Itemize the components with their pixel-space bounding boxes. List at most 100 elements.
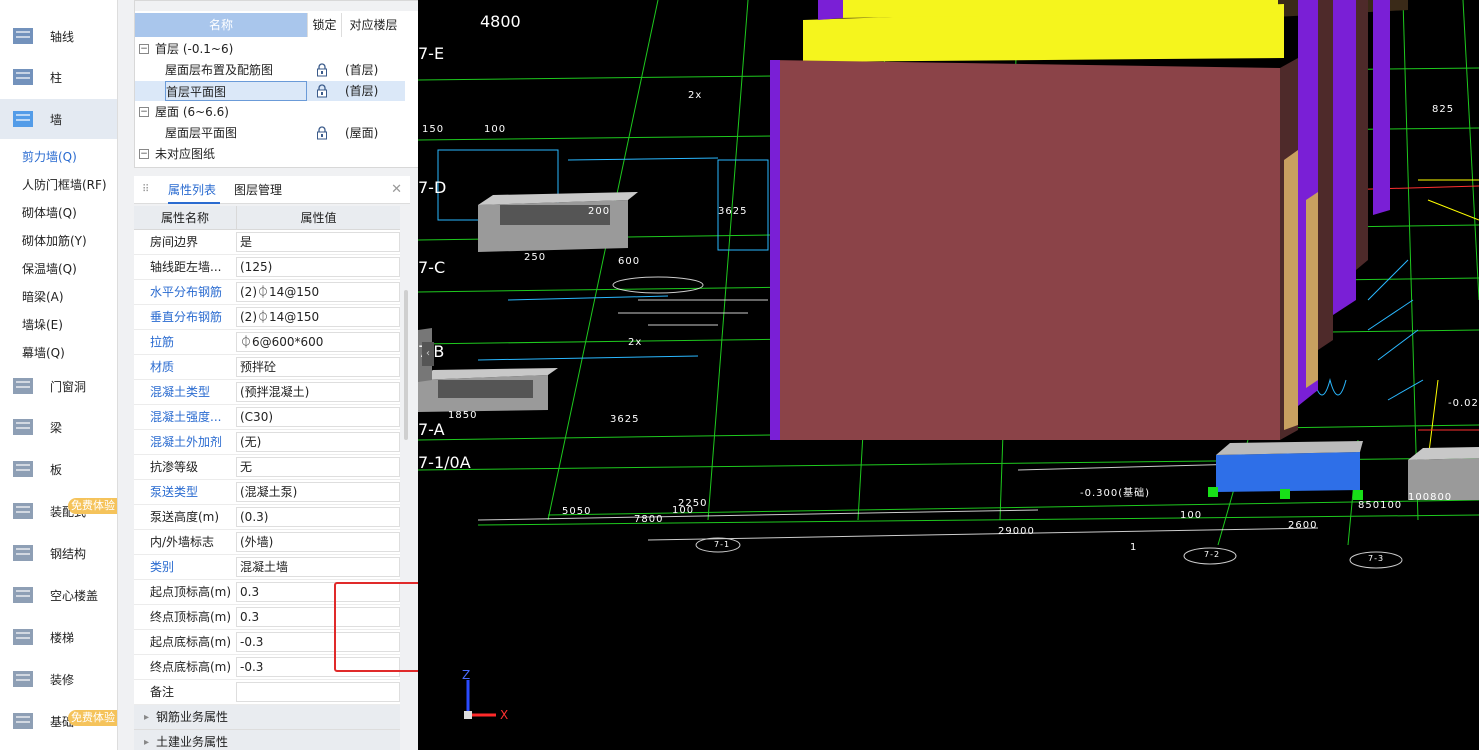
- wall-subitem[interactable]: 砌体加筋(Y): [22, 232, 87, 249]
- property-value-field[interactable]: 预拌砼: [236, 357, 400, 377]
- tree-drawing-row[interactable]: 屋面层布置及配筋图 (首层): [135, 60, 405, 80]
- nav-category-7[interactable]: 钢结构: [0, 533, 117, 573]
- collapse-icon[interactable]: −: [139, 44, 149, 54]
- tree-drawing-row[interactable]: 首层平面图 (首层): [135, 81, 405, 101]
- nav-category-9[interactable]: 楼梯: [0, 617, 117, 657]
- property-row: 泵送高度(m) (0.3): [134, 505, 400, 530]
- property-value-field[interactable]: [236, 682, 400, 702]
- 3d-viewport[interactable]: 4800 150 100 3625 200 250 600 1850 3625 5050 7800 1…: [418, 0, 1479, 750]
- property-name: 水平分布钢筋: [134, 280, 236, 304]
- nav-category-label: 板: [50, 462, 63, 477]
- close-icon[interactable]: ✕: [391, 182, 402, 197]
- tab-property-list[interactable]: 属性列表: [168, 176, 220, 204]
- property-value-field[interactable]: (2)⏀14@150: [236, 307, 400, 327]
- property-value-field[interactable]: 混凝土墙: [236, 557, 400, 577]
- property-value-field[interactable]: ⏀6@600*600: [236, 332, 400, 352]
- property-value-field[interactable]: (125): [236, 257, 400, 277]
- nav-category-10[interactable]: 装修: [0, 659, 117, 699]
- free-trial-badge[interactable]: 免费体验: [68, 710, 117, 726]
- tree-header-lock[interactable]: 锁定: [307, 13, 341, 37]
- drag-handle-icon[interactable]: ⠿: [142, 184, 149, 195]
- nav-category-2[interactable]: 墙: [0, 99, 117, 139]
- nav-category-0[interactable]: 轴线: [0, 16, 117, 56]
- property-tabs: ⠿ 属性列表 图层管理 ✕: [134, 176, 410, 204]
- nav-category-3[interactable]: 门窗洞: [0, 366, 117, 406]
- property-row: 起点顶标高(m) 0.3: [134, 580, 400, 605]
- property-row: 起点底标高(m) -0.3: [134, 630, 400, 655]
- property-row: 终点顶标高(m) 0.3: [134, 605, 400, 630]
- wall-subitem[interactable]: 保温墙(Q): [22, 260, 77, 277]
- collapse-icon[interactable]: −: [139, 149, 149, 159]
- nav-category-8[interactable]: 空心楼盖: [0, 575, 117, 615]
- property-value-field[interactable]: -0.3: [236, 657, 400, 677]
- tree-header-floor[interactable]: 对应楼层: [341, 13, 405, 37]
- property-value-field[interactable]: (预拌混凝土): [236, 382, 400, 402]
- wall-subitem[interactable]: 幕墙(Q): [22, 344, 65, 361]
- decoration-icon: [10, 668, 36, 690]
- nav-category-label: 墙: [50, 112, 63, 127]
- dimension-label: 100: [1180, 510, 1203, 521]
- free-trial-badge[interactable]: 免费体验: [68, 498, 117, 514]
- wall-subitem[interactable]: 砌体墙(Q): [22, 204, 77, 221]
- property-group-header[interactable]: 土建业务属性: [134, 730, 400, 750]
- property-value-field[interactable]: (C30): [236, 407, 400, 427]
- dimension-label: 7800: [634, 514, 664, 525]
- nav-category-5[interactable]: 板: [0, 449, 117, 489]
- property-row: 拉筋 ⏀6@600*600: [134, 330, 400, 355]
- nav-category-4[interactable]: 梁: [0, 407, 117, 447]
- property-name: 终点顶标高(m): [134, 605, 236, 629]
- steel-structure-icon: [10, 542, 36, 564]
- property-value-field[interactable]: 是: [236, 232, 400, 252]
- lock-icon[interactable]: [315, 63, 329, 77]
- nav-category-label: 楼梯: [50, 630, 75, 645]
- nav-category-1[interactable]: 柱: [0, 57, 117, 97]
- door-window-icon: [10, 375, 36, 397]
- tab-layer-manager[interactable]: 图层管理: [234, 176, 282, 204]
- tree-group-row[interactable]: − 首层 (-0.1~6): [135, 39, 405, 59]
- tree-drawing-row[interactable]: 屋面层平面图 (屋面): [135, 123, 405, 143]
- property-value-field[interactable]: 0.3: [236, 582, 400, 602]
- property-name: 终点底标高(m): [134, 655, 236, 679]
- triad-x-label: X: [500, 708, 509, 722]
- tree-row-floor: (首层): [345, 63, 379, 77]
- property-scrollbar[interactable]: [404, 290, 408, 440]
- dimension-label: 3625: [610, 414, 640, 425]
- wall-subitem[interactable]: 剪力墙(Q): [22, 148, 77, 165]
- collapse-icon[interactable]: −: [139, 107, 149, 117]
- tree-row-label: 首层 (-0.1~6): [155, 42, 234, 56]
- wall-subitem[interactable]: 墙垛(E): [22, 316, 63, 333]
- property-name: 混凝土强度...: [134, 405, 236, 429]
- property-value-field[interactable]: 0.3: [236, 607, 400, 627]
- wall-subitem[interactable]: 暗梁(A): [22, 288, 64, 305]
- dimension-label: 150: [422, 124, 445, 135]
- property-name-header: 属性名称: [160, 211, 209, 225]
- property-value-field[interactable]: (外墙): [236, 532, 400, 552]
- grid-axis-label: 7-D: [418, 178, 447, 197]
- collapse-panel-handle[interactable]: ‹: [422, 342, 434, 366]
- lock-icon[interactable]: [315, 126, 329, 140]
- tree-header-name[interactable]: 名称: [135, 13, 307, 37]
- property-value-field[interactable]: -0.3: [236, 632, 400, 652]
- property-value-field[interactable]: (混凝土泵): [236, 482, 400, 502]
- tree-group-row[interactable]: − 未对应图纸: [135, 144, 405, 164]
- property-row: 材质 预拌砼: [134, 355, 400, 380]
- tree-row-floor: (首层): [345, 84, 379, 98]
- drawing-tree: 名称 锁定 对应楼层 − 首层 (-0.1~6) 屋面层布置及配筋图 (首层) 首层平面…: [134, 0, 431, 168]
- property-name: 轴线距左墙...: [134, 255, 236, 279]
- nav-category-label: 装修: [50, 672, 75, 687]
- property-value-field[interactable]: (2)⏀14@150: [236, 282, 400, 302]
- grid-axis-icon: [10, 25, 36, 47]
- dimension-label: 29000: [998, 526, 1035, 537]
- property-value-field[interactable]: 无: [236, 457, 400, 477]
- property-value-field[interactable]: (0.3): [236, 507, 400, 527]
- property-group-header[interactable]: 钢筋业务属性: [134, 705, 400, 730]
- property-row: 内/外墙标志 (外墙): [134, 530, 400, 555]
- tree-group-row[interactable]: − 屋面 (6~6.6): [135, 102, 405, 122]
- grid-axis-label: 7-E: [418, 44, 445, 63]
- lock-icon[interactable]: [315, 84, 329, 98]
- dimension-label: 200: [588, 206, 611, 217]
- wall-subitem[interactable]: 人防门框墙(RF): [22, 176, 107, 193]
- property-value-field[interactable]: (无): [236, 432, 400, 452]
- dimension-label: 5050: [562, 506, 592, 517]
- dimension-label: 2600: [1288, 520, 1318, 531]
